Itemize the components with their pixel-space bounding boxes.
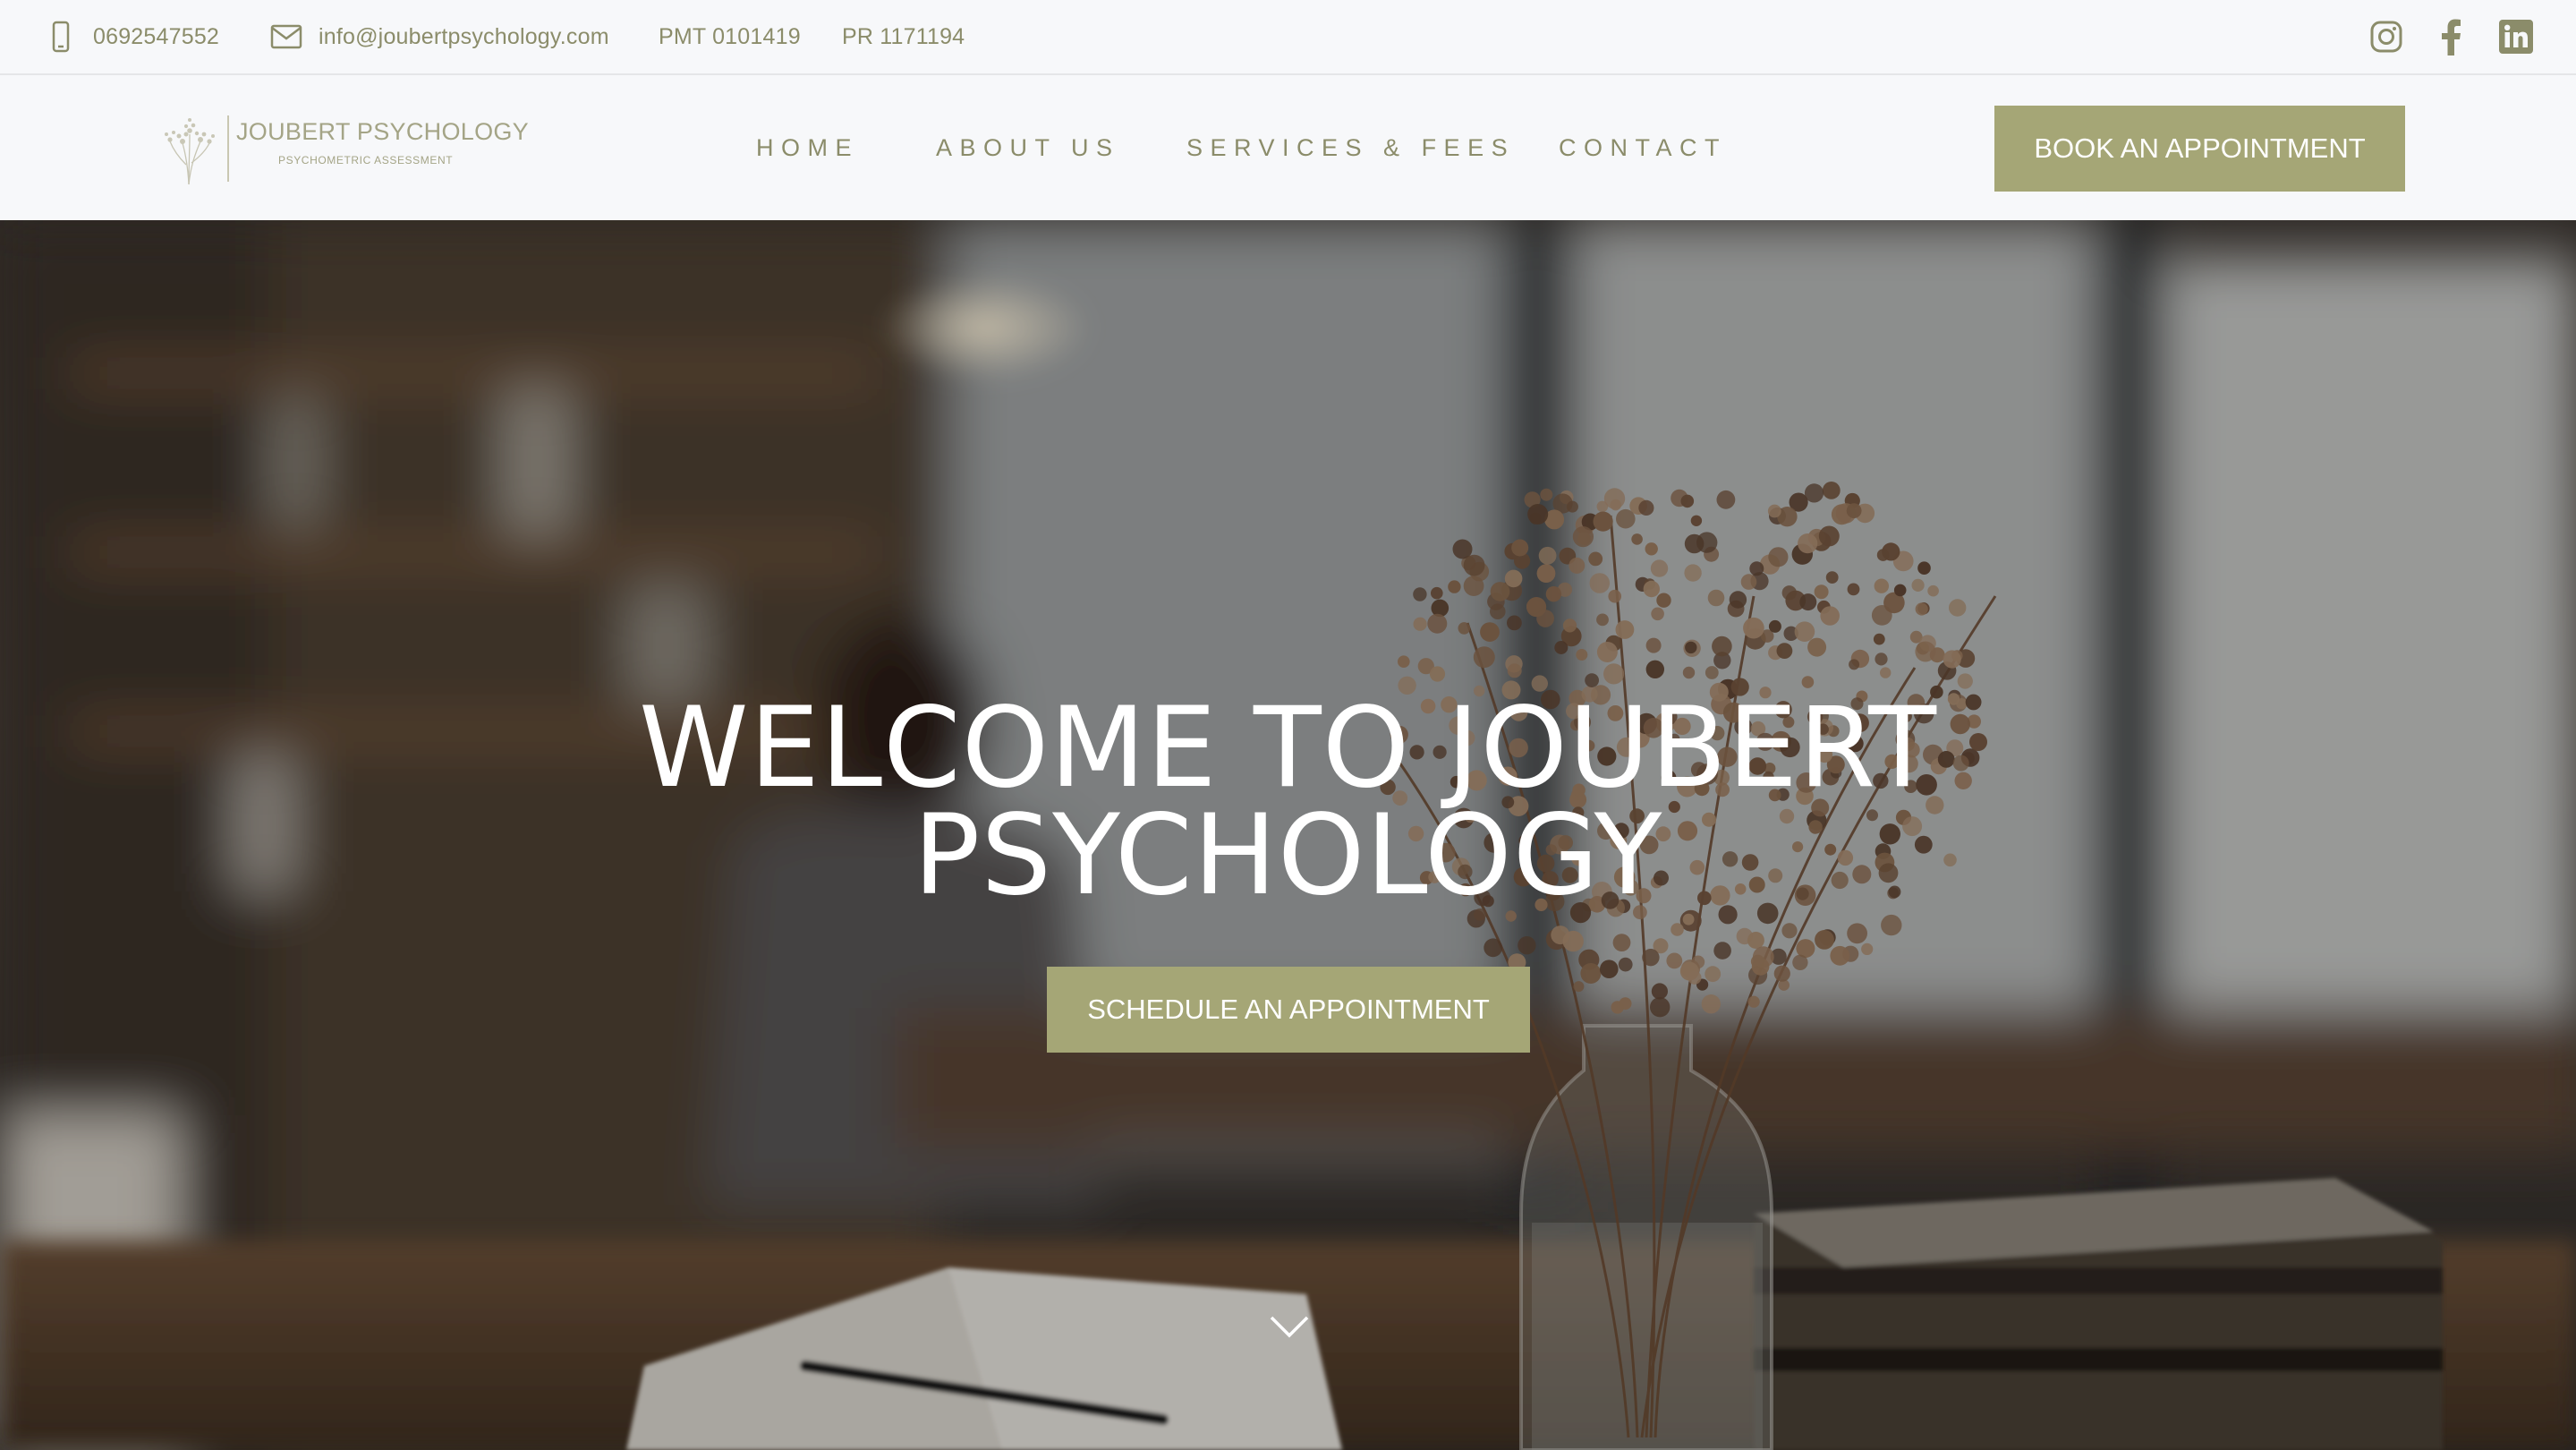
chevron-down-icon[interactable] xyxy=(1269,1314,1310,1343)
email-contact[interactable]: info@joubertpsychology.com xyxy=(270,0,609,73)
hero-section: WELCOME TO JOUBERT PSYCHOLOGY SCHEDULE A… xyxy=(0,220,2576,1450)
nav-about-us[interactable]: ABOUT US xyxy=(936,75,1120,220)
hero-title: WELCOME TO JOUBERT PSYCHOLOGY xyxy=(0,684,2576,920)
facebook-link[interactable] xyxy=(2437,0,2464,73)
hero-title-line-2: PSYCHOLOGY xyxy=(913,791,1663,920)
nav-contact[interactable]: CONTACT xyxy=(1559,75,1727,220)
phone-icon xyxy=(52,21,70,53)
phone-number: 0692547552 xyxy=(93,23,220,49)
mail-icon xyxy=(270,24,302,49)
logo-divider xyxy=(227,115,229,182)
phone-contact[interactable]: 0692547552 xyxy=(52,0,219,73)
book-appointment-button[interactable]: BOOK AN APPOINTMENT xyxy=(1994,106,2405,192)
nav-services-fees[interactable]: SERVICES & FEES xyxy=(1186,75,1515,220)
logo-title: JOUBERT PSYCHOLOGY xyxy=(236,118,529,145)
pmt-number: PMT 0101419 xyxy=(659,0,801,73)
hero-title-line-1: WELCOME TO JOUBERT xyxy=(639,684,1937,813)
flower-logo-icon xyxy=(159,111,218,192)
facebook-icon xyxy=(2437,18,2464,55)
pr-number: PR 1171194 xyxy=(842,0,965,73)
email-address: info@joubertpsychology.com xyxy=(319,23,609,49)
pmt-text: PMT 0101419 xyxy=(659,23,801,49)
schedule-appointment-button[interactable]: SCHEDULE AN APPOINTMENT xyxy=(1047,967,1530,1053)
site-logo[interactable]: JOUBERT PSYCHOLOGY PSYCHOMETRIC ASSESSME… xyxy=(159,111,529,187)
instagram-icon xyxy=(2369,20,2403,54)
linkedin-link[interactable] xyxy=(2499,0,2533,73)
top-info-bar: 0692547552 info@joubertpsychology.com PM… xyxy=(0,0,2576,75)
logo-subtitle: PSYCHOMETRIC ASSESSMENT xyxy=(278,154,454,166)
main-header: JOUBERT PSYCHOLOGY PSYCHOMETRIC ASSESSME… xyxy=(0,75,2576,220)
instagram-link[interactable] xyxy=(2369,0,2403,73)
pr-text: PR 1171194 xyxy=(842,23,965,49)
linkedin-icon xyxy=(2499,20,2533,54)
nav-home[interactable]: HOME xyxy=(756,75,859,220)
